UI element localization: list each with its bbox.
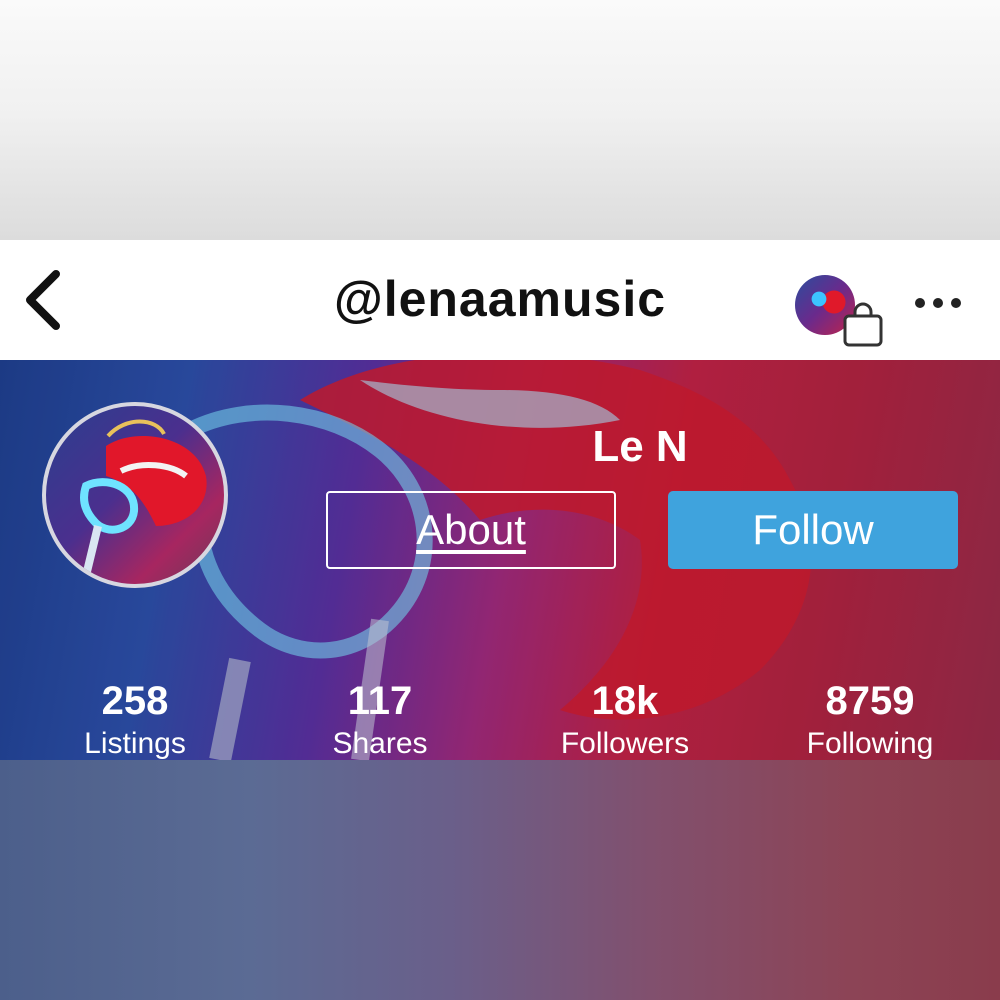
stat-value: 117 (347, 679, 413, 723)
blurred-top-area (0, 0, 1000, 240)
stat-label: Shares (332, 727, 428, 760)
stat-label: Listings (84, 727, 186, 760)
display-name: Le N (592, 422, 688, 471)
stat-followers[interactable]: 18k Followers (525, 678, 725, 760)
blurred-bottom-area (0, 760, 1000, 1000)
more-horizontal-icon (915, 298, 961, 308)
stat-label: Followers (560, 727, 690, 760)
more-options-button[interactable] (910, 285, 966, 321)
stat-value: 8759 (825, 679, 915, 723)
chevron-left-icon (26, 270, 60, 330)
back-button[interactable] (18, 268, 68, 332)
follow-button[interactable]: Follow (668, 491, 958, 569)
stat-following[interactable]: 8759 Following (770, 678, 970, 760)
stat-value: 258 (101, 679, 169, 723)
profile-avatar[interactable] (42, 402, 228, 588)
shopping-bag-icon[interactable] (842, 302, 884, 348)
stat-value: 18k (591, 679, 659, 723)
top-nav-bar: @lenaamusic (0, 240, 1000, 360)
stat-listings[interactable]: 258 Listings (35, 678, 235, 760)
stat-shares[interactable]: 117 Shares (280, 678, 480, 760)
profile-cover: Le N About Follow 258 Listings 117 Share… (0, 360, 1000, 760)
about-button[interactable]: About (326, 491, 616, 569)
page-title: @lenaamusic (333, 271, 667, 327)
stat-label: Following (806, 727, 934, 760)
